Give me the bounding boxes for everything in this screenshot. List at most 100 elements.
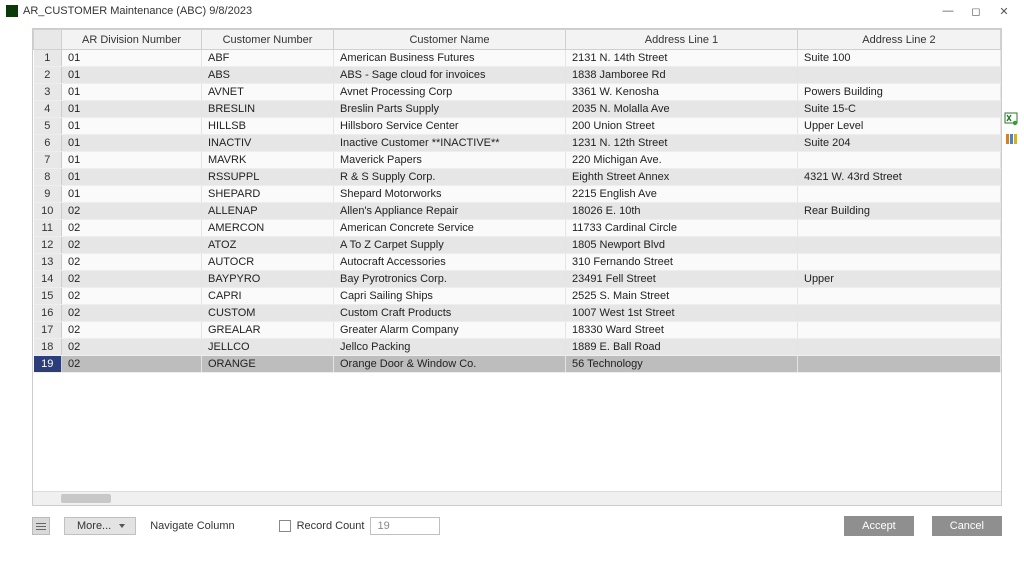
row-number-cell[interactable]: 4 [34, 101, 62, 118]
cell-customer-name[interactable]: Breslin Parts Supply [334, 101, 566, 118]
row-number-cell[interactable]: 14 [34, 271, 62, 288]
cell-customer-name[interactable]: Jellco Packing [334, 339, 566, 356]
cell-division[interactable]: 01 [62, 152, 202, 169]
cell-address1[interactable]: Eighth Street Annex [566, 169, 798, 186]
cell-division[interactable]: 01 [62, 84, 202, 101]
cell-customer-name[interactable]: Inactive Customer **INACTIVE** [334, 135, 566, 152]
cell-customer-number[interactable]: ATOZ [202, 237, 334, 254]
cell-address2[interactable] [798, 152, 1001, 169]
cell-customer-number[interactable]: CAPRI [202, 288, 334, 305]
table-row[interactable]: 901SHEPARDShepard Motorworks2215 English… [34, 186, 1001, 203]
close-button[interactable]: ✕ [990, 5, 1018, 18]
cell-customer-name[interactable]: American Business Futures [334, 50, 566, 67]
minimize-button[interactable]: — [934, 5, 962, 17]
cell-address1[interactable]: 1231 N. 12th Street [566, 135, 798, 152]
row-number-cell[interactable]: 18 [34, 339, 62, 356]
table-row[interactable]: 1502CAPRICapri Sailing Ships2525 S. Main… [34, 288, 1001, 305]
cell-customer-number[interactable]: GREALAR [202, 322, 334, 339]
column-header-customer-number[interactable]: Customer Number [202, 30, 334, 50]
row-number-cell[interactable]: 8 [34, 169, 62, 186]
cell-address1[interactable]: 23491 Fell Street [566, 271, 798, 288]
table-row[interactable]: 1302AUTOCRAutocraft Accessories310 Ferna… [34, 254, 1001, 271]
cell-address2[interactable]: Suite 100 [798, 50, 1001, 67]
table-row[interactable]: 1002ALLENAPAllen's Appliance Repair18026… [34, 203, 1001, 220]
cell-customer-name[interactable]: Capri Sailing Ships [334, 288, 566, 305]
cell-address2[interactable]: Upper [798, 271, 1001, 288]
cell-division[interactable]: 02 [62, 305, 202, 322]
table-row[interactable]: 401BRESLINBreslin Parts Supply2035 N. Mo… [34, 101, 1001, 118]
record-count-checkbox[interactable] [279, 520, 291, 532]
cell-address1[interactable]: 1838 Jamboree Rd [566, 67, 798, 84]
cell-address2[interactable] [798, 356, 1001, 373]
options-menu-button[interactable] [32, 517, 50, 535]
cell-address1[interactable]: 3361 W. Kenosha [566, 84, 798, 101]
row-number-cell[interactable]: 12 [34, 237, 62, 254]
cell-customer-number[interactable]: MAVRK [202, 152, 334, 169]
cell-division[interactable]: 01 [62, 135, 202, 152]
cell-division[interactable]: 01 [62, 67, 202, 84]
cell-address2[interactable]: Upper Level [798, 118, 1001, 135]
maximize-button[interactable]: ◻ [962, 5, 990, 18]
cell-address1[interactable]: 18330 Ward Street [566, 322, 798, 339]
cell-customer-number[interactable]: ABF [202, 50, 334, 67]
column-header-address1[interactable]: Address Line 1 [566, 30, 798, 50]
cell-customer-number[interactable]: ALLENAP [202, 203, 334, 220]
cell-division[interactable]: 01 [62, 101, 202, 118]
cell-customer-name[interactable]: Allen's Appliance Repair [334, 203, 566, 220]
cell-customer-name[interactable]: Orange Door & Window Co. [334, 356, 566, 373]
cell-address1[interactable]: 1007 West 1st Street [566, 305, 798, 322]
cell-division[interactable]: 02 [62, 322, 202, 339]
table-row[interactable]: 101ABFAmerican Business Futures2131 N. 1… [34, 50, 1001, 67]
cell-customer-number[interactable]: ABS [202, 67, 334, 84]
cell-customer-number[interactable]: HILLSB [202, 118, 334, 135]
row-number-cell[interactable]: 5 [34, 118, 62, 135]
column-settings-icon[interactable] [1004, 132, 1018, 146]
cell-customer-name[interactable]: Bay Pyrotronics Corp. [334, 271, 566, 288]
table-row[interactable]: 1602CUSTOMCustom Craft Products1007 West… [34, 305, 1001, 322]
cell-division[interactable]: 02 [62, 220, 202, 237]
cell-customer-name[interactable]: American Concrete Service [334, 220, 566, 237]
cell-customer-number[interactable]: AVNET [202, 84, 334, 101]
row-number-cell[interactable]: 1 [34, 50, 62, 67]
cell-division[interactable]: 02 [62, 203, 202, 220]
table-row[interactable]: 801RSSUPPLR & S Supply Corp.Eighth Stree… [34, 169, 1001, 186]
cell-customer-number[interactable]: CUSTOM [202, 305, 334, 322]
cell-address2[interactable]: 4321 W. 43rd Street [798, 169, 1001, 186]
cell-customer-number[interactable]: ORANGE [202, 356, 334, 373]
cell-customer-name[interactable]: Maverick Papers [334, 152, 566, 169]
row-number-cell[interactable]: 19 [34, 356, 62, 373]
table-row[interactable]: 1202ATOZA To Z Carpet Supply1805 Newport… [34, 237, 1001, 254]
cell-address2[interactable] [798, 305, 1001, 322]
cell-division[interactable]: 02 [62, 271, 202, 288]
data-grid[interactable]: AR Division Number Customer Number Custo… [32, 28, 1002, 506]
row-number-cell[interactable]: 16 [34, 305, 62, 322]
table-row[interactable]: 601INACTIVInactive Customer **INACTIVE**… [34, 135, 1001, 152]
cell-division[interactable]: 02 [62, 254, 202, 271]
cell-division[interactable]: 02 [62, 356, 202, 373]
cell-address2[interactable]: Rear Building [798, 203, 1001, 220]
cell-division[interactable]: 01 [62, 50, 202, 67]
cell-address2[interactable] [798, 220, 1001, 237]
row-number-cell[interactable]: 15 [34, 288, 62, 305]
cell-division[interactable]: 02 [62, 339, 202, 356]
cell-address1[interactable]: 1889 E. Ball Road [566, 339, 798, 356]
cell-customer-name[interactable]: Avnet Processing Corp [334, 84, 566, 101]
row-number-cell[interactable]: 7 [34, 152, 62, 169]
table-row[interactable]: 701MAVRKMaverick Papers220 Michigan Ave. [34, 152, 1001, 169]
cell-division[interactable]: 02 [62, 237, 202, 254]
record-count-input[interactable] [370, 517, 440, 535]
cell-address1[interactable]: 2035 N. Molalla Ave [566, 101, 798, 118]
column-header-division[interactable]: AR Division Number [62, 30, 202, 50]
cell-customer-number[interactable]: AMERCON [202, 220, 334, 237]
cell-customer-name[interactable]: Greater Alarm Company [334, 322, 566, 339]
table-row[interactable]: 1902ORANGEOrange Door & Window Co.56 Tec… [34, 356, 1001, 373]
table-row[interactable]: 1702GREALARGreater Alarm Company18330 Wa… [34, 322, 1001, 339]
cell-address1[interactable]: 2215 English Ave [566, 186, 798, 203]
cell-customer-name[interactable]: Custom Craft Products [334, 305, 566, 322]
cell-customer-name[interactable]: Autocraft Accessories [334, 254, 566, 271]
cell-division[interactable]: 01 [62, 186, 202, 203]
horizontal-scrollbar[interactable] [33, 491, 1001, 505]
table-row[interactable]: 201ABSABS - Sage cloud for invoices1838 … [34, 67, 1001, 84]
cell-address2[interactable]: Suite 15-C [798, 101, 1001, 118]
cell-customer-name[interactable]: ABS - Sage cloud for invoices [334, 67, 566, 84]
